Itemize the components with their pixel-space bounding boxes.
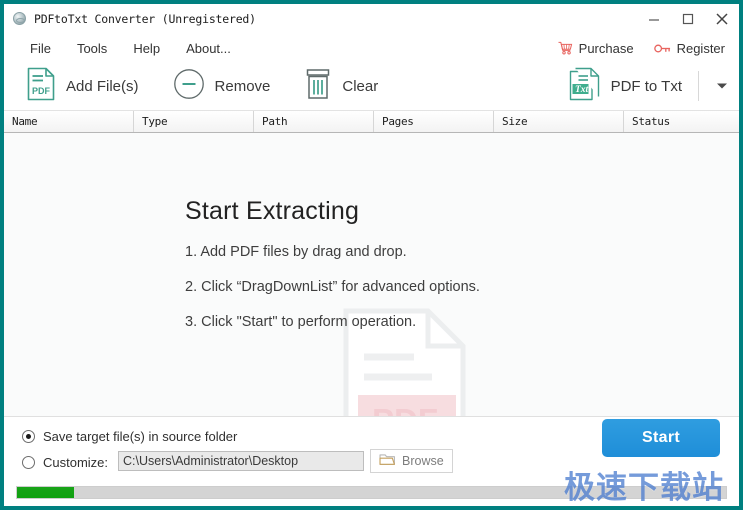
instructions-block: Start Extracting 1. Add PDF files by dra… [185, 197, 480, 349]
instruction-step-2: 2. Click “DragDownList” for advanced opt… [185, 279, 480, 295]
start-button[interactable]: Start [602, 419, 720, 457]
toolbar-right-group: Txt PDF to Txt [559, 62, 739, 110]
menu-bar: File Tools Help About... Purchase Regist… [4, 34, 739, 62]
toolbar-separator [698, 71, 699, 101]
window-controls [637, 4, 739, 34]
progress-bar [16, 486, 727, 499]
customize-radio[interactable] [22, 456, 35, 469]
column-header-path[interactable]: Path [254, 111, 374, 132]
clear-button[interactable]: Clear [294, 63, 388, 109]
add-files-button[interactable]: PDF Add File(s) [16, 63, 149, 109]
shopping-cart-icon [558, 41, 573, 55]
column-header-status[interactable]: Status [624, 111, 739, 132]
column-header-name[interactable]: Name [4, 111, 134, 132]
folder-open-icon [379, 452, 396, 471]
title-bar: PDFtoTxt Converter (Unregistered) [4, 4, 739, 34]
application-window: PDFtoTxt Converter (Unregistered) File T… [0, 0, 743, 510]
pdf-to-txt-button[interactable]: Txt PDF to Txt [559, 63, 692, 109]
register-label: Register [676, 40, 725, 56]
menu-item-about[interactable]: About... [174, 38, 243, 59]
file-drop-area[interactable]: PDF Start Extracting 1. Add PDF files by… [4, 133, 739, 423]
register-link[interactable]: Register [653, 40, 725, 56]
key-icon [653, 42, 671, 55]
instruction-step-1: 1. Add PDF files by drag and drop. [185, 244, 407, 260]
chevron-down-icon [717, 83, 727, 89]
instruction-step-3: 3. Click "Start" to perform operation. [185, 314, 417, 330]
close-icon [716, 13, 728, 25]
customize-label: Customize: [43, 455, 109, 470]
file-list-table: Name Type Path Pages Size Status PDF Sta [4, 111, 739, 423]
browse-button[interactable]: Browse [370, 449, 453, 473]
svg-text:Txt: Txt [575, 85, 589, 95]
customize-option[interactable]: Customize: [22, 455, 108, 470]
maximize-button[interactable] [671, 5, 705, 33]
remove-label: Remove [214, 77, 271, 95]
remove-button[interactable]: Remove [163, 63, 281, 109]
page-title: Start Extracting [185, 197, 360, 225]
menu-item-tools[interactable]: Tools [65, 38, 119, 59]
pdf-to-txt-label: PDF to Txt [610, 77, 682, 95]
trash-icon [304, 68, 332, 105]
column-header-type[interactable]: Type [134, 111, 254, 132]
menu-item-help[interactable]: Help [121, 38, 172, 59]
column-header-pages[interactable]: Pages [374, 111, 494, 132]
clear-label: Clear [342, 77, 379, 95]
minus-circle-icon [173, 68, 205, 105]
toolbar: PDF Add File(s) Remove Clear Txt PDF to … [4, 62, 739, 111]
svg-text:PDF: PDF [32, 86, 51, 96]
minimize-icon [649, 19, 659, 21]
menu-item-file[interactable]: File [18, 38, 63, 59]
pdf-document-icon: PDF [26, 67, 56, 106]
save-in-source-folder-label: Save target file(s) in source folder [43, 429, 238, 444]
save-in-source-folder-radio[interactable] [22, 430, 35, 443]
toolbar-dropdown-button[interactable] [705, 63, 739, 109]
close-button[interactable] [705, 5, 739, 33]
app-icon [12, 11, 28, 27]
pdf-to-txt-icon: Txt [569, 67, 601, 106]
progress-bar-fill [17, 487, 74, 498]
column-header-size[interactable]: Size [494, 111, 624, 132]
browse-label: Browse [402, 454, 444, 468]
purchase-label: Purchase [578, 40, 634, 56]
add-files-label: Add File(s) [66, 77, 139, 95]
save-in-source-folder-option[interactable]: Save target file(s) in source folder [22, 429, 237, 444]
output-path-input[interactable] [118, 451, 364, 471]
maximize-icon [682, 13, 694, 25]
minimize-button[interactable] [637, 5, 671, 33]
purchase-link[interactable]: Purchase [558, 41, 634, 56]
window-title: PDFtoTxt Converter (Unregistered) [34, 12, 256, 26]
menu-bar-right-links: Purchase Register [538, 41, 739, 56]
table-header-row: Name Type Path Pages Size Status [4, 111, 739, 133]
output-options-panel: Save target file(s) in source folder Cus… [4, 416, 739, 506]
